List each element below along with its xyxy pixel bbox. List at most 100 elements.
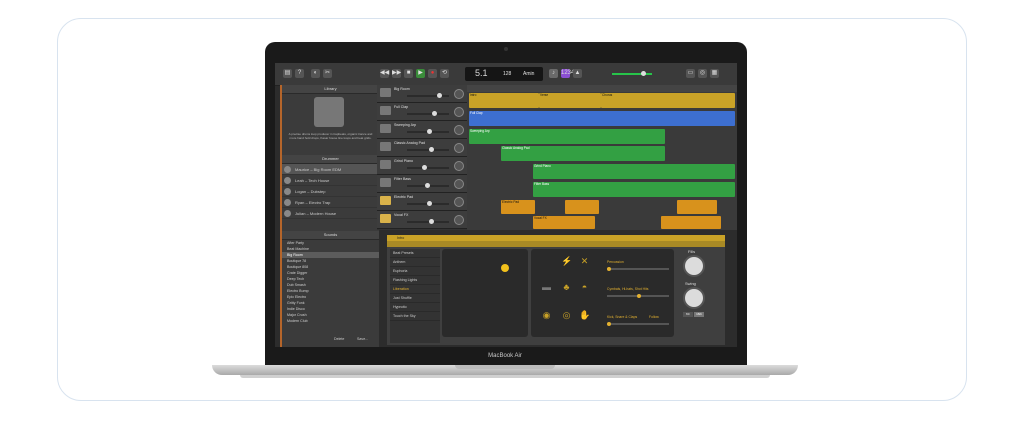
track-header[interactable]: Full Clap: [377, 103, 467, 121]
track-header[interactable]: Classic Analog Pad: [377, 139, 467, 157]
drummer-region[interactable]: Chorus: [601, 93, 735, 108]
ruler[interactable]: [467, 85, 737, 92]
pan-knob[interactable]: [454, 179, 464, 189]
xy-pad[interactable]: [442, 249, 528, 337]
lcd-display[interactable]: 5.1 128 Amin: [465, 67, 543, 81]
volume-knob[interactable]: [429, 147, 434, 152]
volume-slider[interactable]: [407, 167, 449, 169]
midi-region[interactable]: Filter Bass: [533, 182, 735, 197]
track-header[interactable]: Vocal FX: [377, 211, 467, 229]
track-header[interactable]: Filter Bass: [377, 175, 467, 193]
swing-knob[interactable]: [683, 287, 705, 309]
swing-8th-button[interactable]: 8th: [683, 312, 693, 317]
sound-item[interactable]: Modern Club: [282, 318, 379, 324]
audio-region[interactable]: Vocal FX: [533, 216, 595, 229]
volume-slider[interactable]: [407, 95, 449, 97]
audio-region[interactable]: Electric Pad: [501, 200, 535, 214]
save-button[interactable]: Save...: [357, 337, 368, 341]
fills-knob[interactable]: [683, 255, 705, 277]
volume-knob[interactable]: [432, 111, 437, 116]
track-header[interactable]: Big Room: [377, 85, 467, 103]
clap-icon[interactable]: ✋: [579, 310, 590, 321]
play-icon[interactable]: ▶: [416, 69, 425, 78]
xy-puck[interactable]: [501, 264, 509, 272]
kick-snare-slider[interactable]: [607, 322, 669, 326]
preset-item[interactable]: Touch the Sky: [390, 312, 440, 321]
lightning-icon[interactable]: ⚡: [561, 256, 572, 267]
cymbal-icon[interactable]: ▬: [541, 282, 552, 293]
count-in-icon[interactable]: 1234: [561, 69, 574, 78]
preset-item[interactable]: Just Shuffle: [390, 294, 440, 303]
drummer-item[interactable]: Leah – Tech House: [282, 175, 379, 186]
master-volume-knob[interactable]: [641, 71, 646, 76]
drummer-region[interactable]: Verse: [539, 93, 601, 108]
follow-label[interactable]: Follow: [649, 315, 659, 319]
notepad-icon[interactable]: ▭: [686, 69, 695, 78]
midi-region[interactable]: Grind Piano: [533, 164, 735, 179]
volume-knob[interactable]: [425, 183, 430, 188]
swing-16th-button[interactable]: 16th: [694, 312, 704, 317]
preset-item[interactable]: Anthem: [390, 258, 440, 267]
maraca-icon[interactable]: ♣: [561, 282, 572, 293]
crossed-sticks-icon[interactable]: ✕: [579, 256, 590, 267]
media-browser-icon[interactable]: ▦: [710, 69, 719, 78]
pan-knob[interactable]: [454, 125, 464, 135]
loop-browser-icon[interactable]: ◎: [698, 69, 707, 78]
volume-knob[interactable]: [427, 201, 432, 206]
pan-knob[interactable]: [454, 215, 464, 225]
help-icon[interactable]: ?: [295, 69, 304, 78]
pan-knob[interactable]: [454, 143, 464, 153]
library-icon[interactable]: ▤: [283, 69, 292, 78]
preset-item[interactable]: Euphoria: [390, 267, 440, 276]
drummer-region[interactable]: Intro: [469, 93, 539, 108]
forward-icon[interactable]: ▶▶: [392, 69, 401, 78]
stop-icon[interactable]: ■: [404, 69, 413, 78]
preset-item[interactable]: Liberation: [390, 285, 440, 294]
track-header[interactable]: Grind Piano: [377, 157, 467, 175]
kick-drum-icon[interactable]: ◉: [541, 310, 552, 321]
midi-region[interactable]: Sweeping Arp: [469, 129, 665, 144]
tuner-icon[interactable]: ♪: [549, 69, 558, 78]
hi-hat-icon[interactable]: ◓: [579, 282, 590, 293]
drummer-item[interactable]: Julian – Modern House: [282, 208, 379, 219]
cycle-icon[interactable]: ⟲: [440, 69, 449, 78]
cymbals-slider[interactable]: [607, 294, 669, 298]
volume-slider[interactable]: [407, 113, 449, 115]
audio-region[interactable]: [677, 200, 717, 214]
snare-icon[interactable]: ◎: [561, 310, 572, 321]
slider-thumb[interactable]: [607, 322, 611, 326]
audio-region[interactable]: [661, 216, 721, 229]
preset-item[interactable]: Hypnotic: [390, 303, 440, 312]
track-header[interactable]: Electric Pad: [377, 193, 467, 211]
delete-button[interactable]: Delete: [334, 337, 344, 341]
volume-slider[interactable]: [407, 221, 449, 223]
record-icon[interactable]: ●: [428, 69, 437, 78]
master-volume-slider[interactable]: [612, 73, 652, 75]
midi-region[interactable]: Classic Analog Pad: [501, 146, 665, 161]
preset-item[interactable]: Flashing Lights: [390, 276, 440, 285]
pan-knob[interactable]: [454, 161, 464, 171]
volume-knob[interactable]: [429, 219, 434, 224]
slider-thumb[interactable]: [637, 294, 641, 298]
drummer-item[interactable]: Logan – Dubstep: [282, 186, 379, 197]
audio-region[interactable]: Full Clap: [469, 111, 735, 126]
audio-region[interactable]: [565, 200, 599, 214]
drummer-item[interactable]: Maurice – Big Room EDM: [282, 164, 379, 175]
volume-knob[interactable]: [437, 93, 442, 98]
slider-thumb[interactable]: [607, 267, 611, 271]
percussion-slider[interactable]: [607, 267, 669, 271]
editors-icon[interactable]: ✂: [323, 69, 332, 78]
volume-slider[interactable]: [407, 149, 449, 151]
pan-knob[interactable]: [454, 107, 464, 117]
metronome-icon[interactable]: ▲: [573, 69, 582, 78]
pan-knob[interactable]: [454, 89, 464, 99]
pan-knob[interactable]: [454, 197, 464, 207]
track-header[interactable]: Sweeping Arp: [377, 121, 467, 139]
volume-knob[interactable]: [422, 165, 427, 170]
smart-controls-icon[interactable]: ◐: [311, 69, 320, 78]
rewind-icon[interactable]: ◀◀: [380, 69, 389, 78]
timeline-area[interactable]: Intro Verse Chorus Full Clap Sweeping Ar…: [467, 85, 737, 230]
preset-item[interactable]: Beat Presets: [390, 249, 440, 258]
volume-knob[interactable]: [427, 129, 432, 134]
drummer-item[interactable]: Ryan – Electro Trap: [282, 197, 379, 208]
